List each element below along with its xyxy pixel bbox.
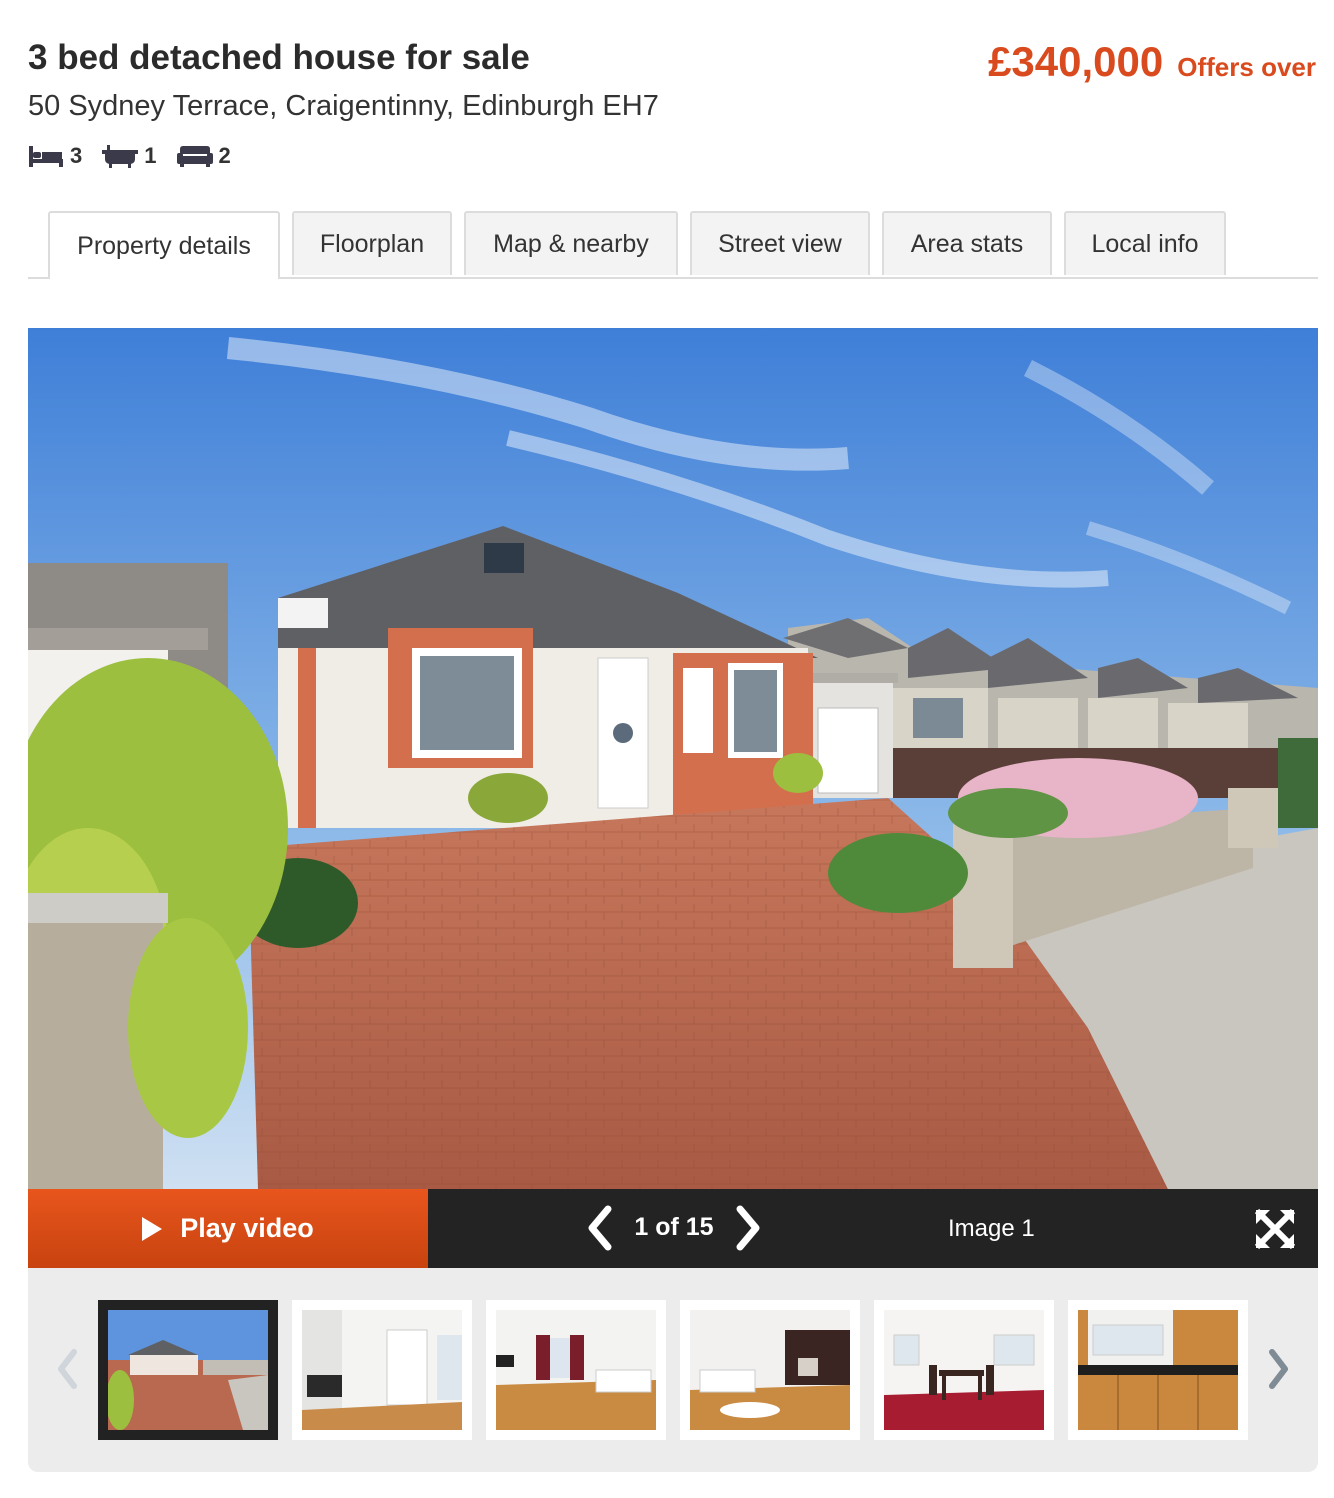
next-image-button[interactable] [734, 1205, 764, 1251]
tab-property-details[interactable]: Property details [48, 211, 280, 279]
bed-icon [28, 144, 64, 168]
bedroom-count: 3 [70, 143, 83, 168]
tab-local-info[interactable]: Local info [1064, 211, 1226, 275]
chevron-right-icon [736, 1205, 760, 1251]
tab-bar: Property details Floorplan Map & nearby … [28, 211, 1318, 279]
thumbnail-3[interactable] [486, 1300, 666, 1440]
thumbnail-image [496, 1310, 656, 1430]
previous-image-button[interactable] [584, 1205, 614, 1251]
listing-address: 50 Sydney Terrace, Craigentinny, Edinbur… [28, 90, 659, 122]
thumbnail-5[interactable] [874, 1300, 1054, 1440]
play-icon [142, 1216, 163, 1241]
chevron-left-icon [588, 1205, 612, 1251]
thumbnail-image [108, 1310, 268, 1430]
fullscreen-button[interactable] [1254, 1208, 1296, 1250]
thumbnail-2[interactable] [292, 1300, 472, 1440]
gallery-control-bar: Play video 1 of 15 Image 1 [28, 1189, 1318, 1268]
thumbnail-image [1078, 1310, 1238, 1430]
thumbnail-image [302, 1310, 462, 1430]
expand-icon [1254, 1208, 1296, 1250]
bathroom-count: 1 [144, 143, 157, 168]
features-row: 3 1 2 [28, 143, 251, 169]
thumbnails-previous-button[interactable] [54, 1348, 80, 1390]
listing-title: 3 bed detached house for sale [28, 38, 530, 77]
feature-bedrooms: 3 [28, 143, 82, 169]
price-qualifier: Offers over [1177, 52, 1316, 82]
image-counter: 1 of 15 [634, 1213, 714, 1241]
thumbnail-6[interactable] [1068, 1300, 1248, 1440]
thumbnail-strip [28, 1268, 1318, 1472]
thumbnail-4[interactable] [680, 1300, 860, 1440]
price: £340,000 [988, 38, 1164, 85]
thumbnail-image [690, 1310, 850, 1430]
tab-area-stats[interactable]: Area stats [882, 211, 1052, 275]
tab-street-view[interactable]: Street view [690, 211, 870, 275]
bath-icon [102, 144, 139, 168]
main-photo[interactable] [28, 328, 1318, 1189]
image-caption: Image 1 [948, 1215, 1035, 1242]
tab-map-nearby[interactable]: Map & nearby [464, 211, 678, 275]
thumbnail-image [884, 1310, 1044, 1430]
chevron-right-icon [1269, 1349, 1288, 1389]
sofa-icon [176, 144, 213, 168]
feature-receptions: 2 [176, 143, 231, 169]
reception-count: 2 [218, 143, 231, 168]
feature-bathrooms: 1 [102, 143, 157, 169]
play-video-button[interactable]: Play video [28, 1189, 428, 1268]
thumbnails-next-button[interactable] [1266, 1348, 1292, 1390]
tab-floorplan[interactable]: Floorplan [292, 211, 452, 275]
thumbnail-1[interactable] [98, 1300, 278, 1440]
price-block: £340,000 Offers over [988, 38, 1316, 86]
play-video-label: Play video [180, 1213, 314, 1243]
chevron-left-icon [58, 1349, 77, 1389]
